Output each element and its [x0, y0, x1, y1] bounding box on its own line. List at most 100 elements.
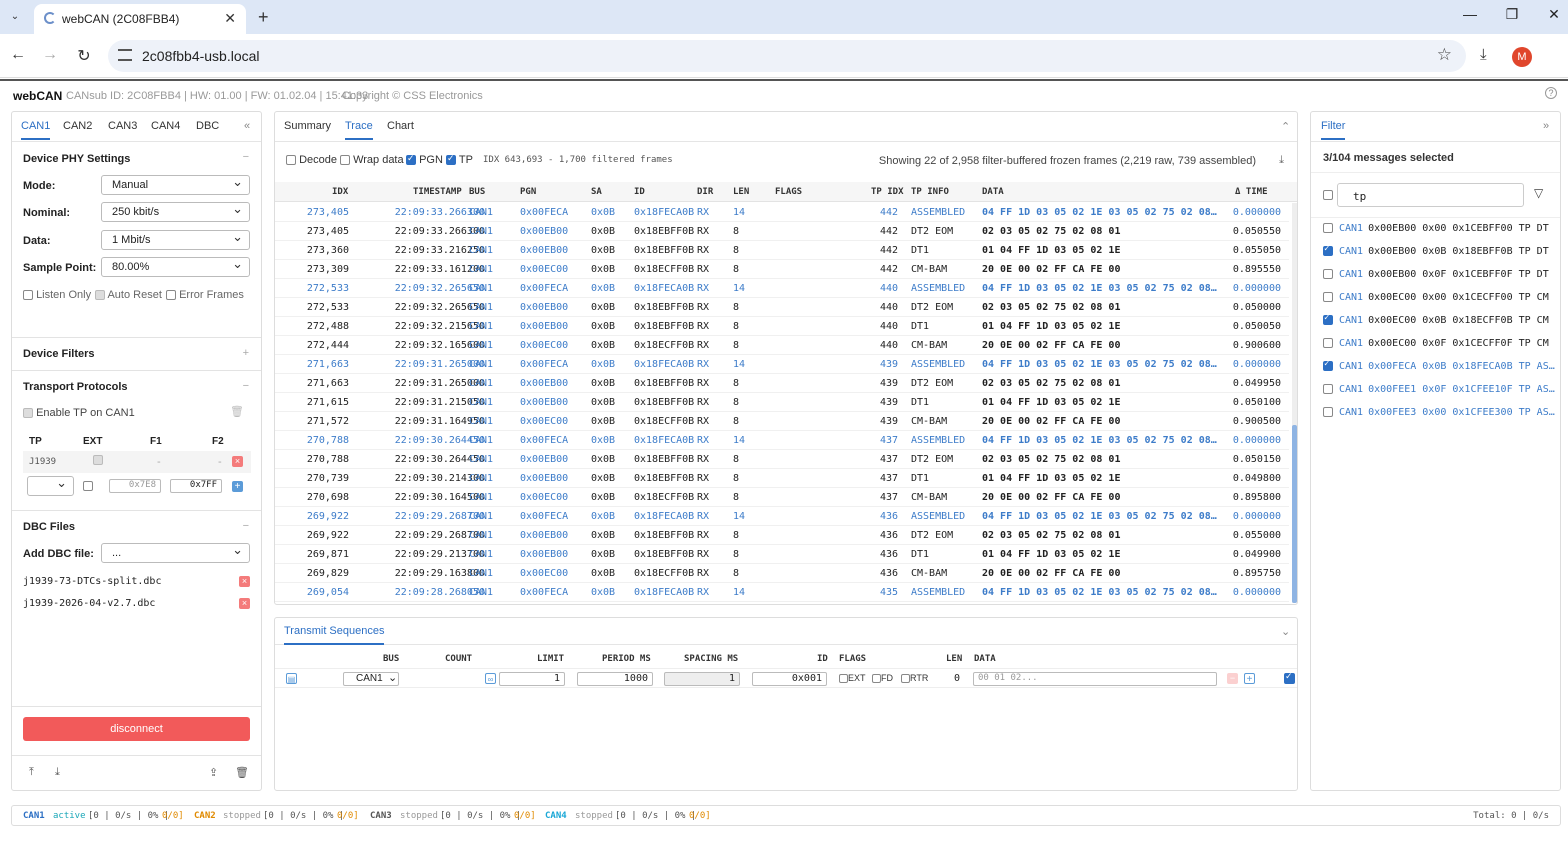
new-tp-select[interactable] [27, 475, 74, 496]
filter-item-checkbox[interactable] [1323, 407, 1333, 417]
table-row[interactable]: 271,572 22:09:31.164950 CAN1 0x00EC00 0x0B 0x… [275, 412, 1289, 431]
close-window-icon[interactable]: ✕ [1542, 6, 1566, 23]
table-row[interactable]: 273,405 22:09:33.266300 CAN1 0x00FECA 0x0B 0x… [275, 203, 1289, 222]
table-row[interactable]: 272,533 22:09:32.265650 CAN1 0x00FECA 0x0B 0x… [275, 279, 1289, 298]
filter-funnel-icon[interactable]: ▽ [1534, 186, 1543, 200]
tx-limit-input[interactable]: 1 [499, 672, 565, 686]
table-row[interactable]: 269,922 22:09:29.268700 CAN1 0x00EB00 0x0B 0x… [275, 526, 1289, 545]
wrap-data-checkbox[interactable]: Wrap data [340, 154, 404, 166]
avatar[interactable]: M [1512, 47, 1532, 67]
filter-item-checkbox[interactable] [1323, 223, 1333, 233]
table-row[interactable]: 273,360 22:09:33.216250 CAN1 0x00EB00 0x0B 0x… [275, 241, 1289, 260]
filter-item[interactable]: CAN1 0x00FEE3 0x00 0x1CFEE300 TP AS… [1323, 407, 1555, 423]
tab-trace[interactable]: Trace [345, 120, 373, 140]
filter-item-checkbox[interactable] [1323, 246, 1333, 256]
table-row[interactable]: 270,698 22:09:30.164500 CAN1 0x00EC00 0x0B 0x… [275, 488, 1289, 507]
help-icon[interactable]: ? [1545, 87, 1557, 99]
sample-point-select[interactable]: 80.00% [101, 256, 250, 277]
table-row[interactable]: 272,488 22:09:32.215650 CAN1 0x00EB00 0x0B 0x… [275, 317, 1289, 336]
table-row[interactable]: 272,444 22:09:32.165600 CAN1 0x00EC00 0x0B 0x… [275, 336, 1289, 355]
filter-item-checkbox[interactable] [1323, 361, 1333, 371]
col-timestamp[interactable]: TIMESTAMP [413, 187, 462, 197]
table-row[interactable]: 270,788 22:09:30.264450 CAN1 0x00FECA 0x0B 0x… [275, 431, 1289, 450]
filter-item[interactable]: CAN1 0x00EB00 0x00 0x1CEBFF00 TP DT [1323, 223, 1555, 239]
col-dir[interactable]: DIR [697, 187, 713, 197]
col-id[interactable]: ID [634, 187, 645, 197]
filter-item-checkbox[interactable] [1323, 384, 1333, 394]
auto-reset-checkbox[interactable]: Auto Reset [95, 289, 162, 301]
tab-transmit-sequences[interactable]: Transmit Sequences [284, 625, 385, 645]
collapse-left-icon[interactable]: « [244, 120, 250, 132]
nominal-select[interactable]: 250 kbit/s [101, 201, 250, 222]
filter-item[interactable]: CAN1 0x00EB00 0x0F 0x1CEBFF0F TP DT [1323, 269, 1555, 285]
tx-id-input[interactable]: 0x001 [752, 672, 827, 686]
tp-row-ext-checkbox[interactable] [93, 455, 103, 465]
tx-rtr-checkbox[interactable]: RTR [901, 673, 928, 684]
tab-chart[interactable]: Chart [387, 120, 414, 132]
tab-dbc[interactable]: DBC [196, 120, 219, 132]
expand-filters-icon[interactable]: + [243, 347, 249, 359]
trace-scrollbar[interactable] [1292, 203, 1297, 603]
tab-can4[interactable]: CAN4 [151, 120, 180, 132]
tx-period-input[interactable]: 1000 [577, 672, 653, 686]
filter-item[interactable]: CAN1 0x00EB00 0x0B 0x18EBFF0B TP DT [1323, 246, 1555, 262]
table-row[interactable]: 271,663 22:09:31.265000 CAN1 0x00EB00 0x0B 0x… [275, 374, 1289, 393]
table-row[interactable]: 270,739 22:09:30.214300 CAN1 0x00EB00 0x0B 0x… [275, 469, 1289, 488]
reload-icon[interactable]: ↻ [74, 46, 94, 66]
tab-can3[interactable]: CAN3 [108, 120, 137, 132]
col-len[interactable]: LEN [733, 187, 749, 197]
table-row[interactable]: 269,054 22:09:28.268050 CAN1 0x00FECA 0x0B 0x… [275, 583, 1289, 602]
table-row[interactable]: 273,309 22:09:33.161200 CAN1 0x00EC00 0x0B 0x… [275, 260, 1289, 279]
url-text[interactable]: 2c08fbb4-usb.local [142, 48, 260, 64]
filter-item-checkbox[interactable] [1323, 315, 1333, 325]
tab-summary[interactable]: Summary [284, 120, 331, 132]
filter-item-checkbox[interactable] [1323, 338, 1333, 348]
table-row[interactable]: 269,922 22:09:29.268700 CAN1 0x00FECA 0x0B 0x… [275, 507, 1289, 526]
table-row[interactable]: 272,533 22:09:32.265650 CAN1 0x00EB00 0x0B 0x… [275, 298, 1289, 317]
tp-checkbox[interactable]: TP [446, 153, 473, 166]
tx-count-infinite[interactable]: ∞ [485, 673, 496, 684]
tx-fd-checkbox[interactable]: FD [872, 673, 893, 684]
col-idx[interactable]: IDX [332, 187, 348, 197]
tab-search-icon[interactable]: ⌄ [6, 9, 24, 25]
add-tp-icon[interactable]: + [232, 481, 243, 492]
back-icon[interactable]: ← [8, 46, 28, 64]
remove-tp-icon[interactable]: × [232, 456, 243, 467]
tx-remove-icon[interactable]: − [1227, 673, 1238, 684]
col-tpidx[interactable]: TP IDX [871, 187, 904, 197]
tx-enable-checkbox[interactable] [1284, 671, 1295, 684]
collapse-transmit-icon[interactable]: ⌄ [1281, 625, 1290, 638]
forward-icon[interactable]: → [40, 46, 60, 64]
collapse-trace-icon[interactable]: ⌃ [1281, 120, 1290, 133]
f1-input[interactable]: 0x7E8 [109, 479, 161, 493]
col-sa[interactable]: SA [591, 187, 602, 197]
table-row[interactable]: 271,663 22:09:31.265000 CAN1 0x00FECA 0x0B 0x… [275, 355, 1289, 374]
new-tab-icon[interactable]: + [258, 7, 269, 28]
filter-search-input[interactable]: tp [1337, 183, 1524, 207]
select-all-checkbox[interactable] [1323, 190, 1333, 200]
tx-data-input[interactable]: 00 01 02... [973, 672, 1217, 686]
restore-icon[interactable]: ❐ [1500, 6, 1524, 23]
remove-dbc-1-icon[interactable]: × [239, 576, 250, 587]
sequence-icon[interactable]: ▤ [286, 673, 297, 684]
col-pgn[interactable]: PGN [520, 187, 536, 197]
filter-item[interactable]: CAN1 0x00FECA 0x0B 0x18FECA0B TP AS… [1323, 361, 1555, 377]
col-data[interactable]: DATA [982, 187, 1004, 197]
downloads-icon[interactable]: ⤓ [1480, 46, 1487, 63]
table-row[interactable]: 270,788 22:09:30.264450 CAN1 0x00EB00 0x0B 0x… [275, 450, 1289, 469]
export-icon[interactable]: ⤓ [1279, 154, 1284, 167]
filter-item[interactable]: CAN1 0x00FEE1 0x0F 0x1CFEE10F TP AS… [1323, 384, 1555, 400]
enable-tp-checkbox[interactable]: Enable TP on CAN1 [23, 407, 135, 419]
site-info-icon[interactable] [118, 49, 132, 61]
filter-item[interactable]: CAN1 0x00EC00 0x0B 0x18ECFF0B TP CM [1323, 315, 1555, 331]
tab-can2[interactable]: CAN2 [63, 120, 92, 132]
new-tp-ext-checkbox[interactable] [83, 481, 93, 491]
table-row[interactable]: 269,871 22:09:29.213700 CAN1 0x00EB00 0x0B 0x… [275, 545, 1289, 564]
filter-item-checkbox[interactable] [1323, 269, 1333, 279]
filter-item[interactable]: CAN1 0x00EC00 0x00 0x1CECFF00 TP CM [1323, 292, 1555, 308]
trash-icon[interactable]: 🗑 [230, 405, 244, 418]
device-filters-section[interactable]: Device Filters + [12, 338, 261, 371]
import-icon[interactable]: ⇪ [209, 766, 218, 779]
trace-scroll-thumb[interactable] [1292, 425, 1297, 603]
tx-ext-checkbox[interactable]: EXT [839, 673, 866, 684]
